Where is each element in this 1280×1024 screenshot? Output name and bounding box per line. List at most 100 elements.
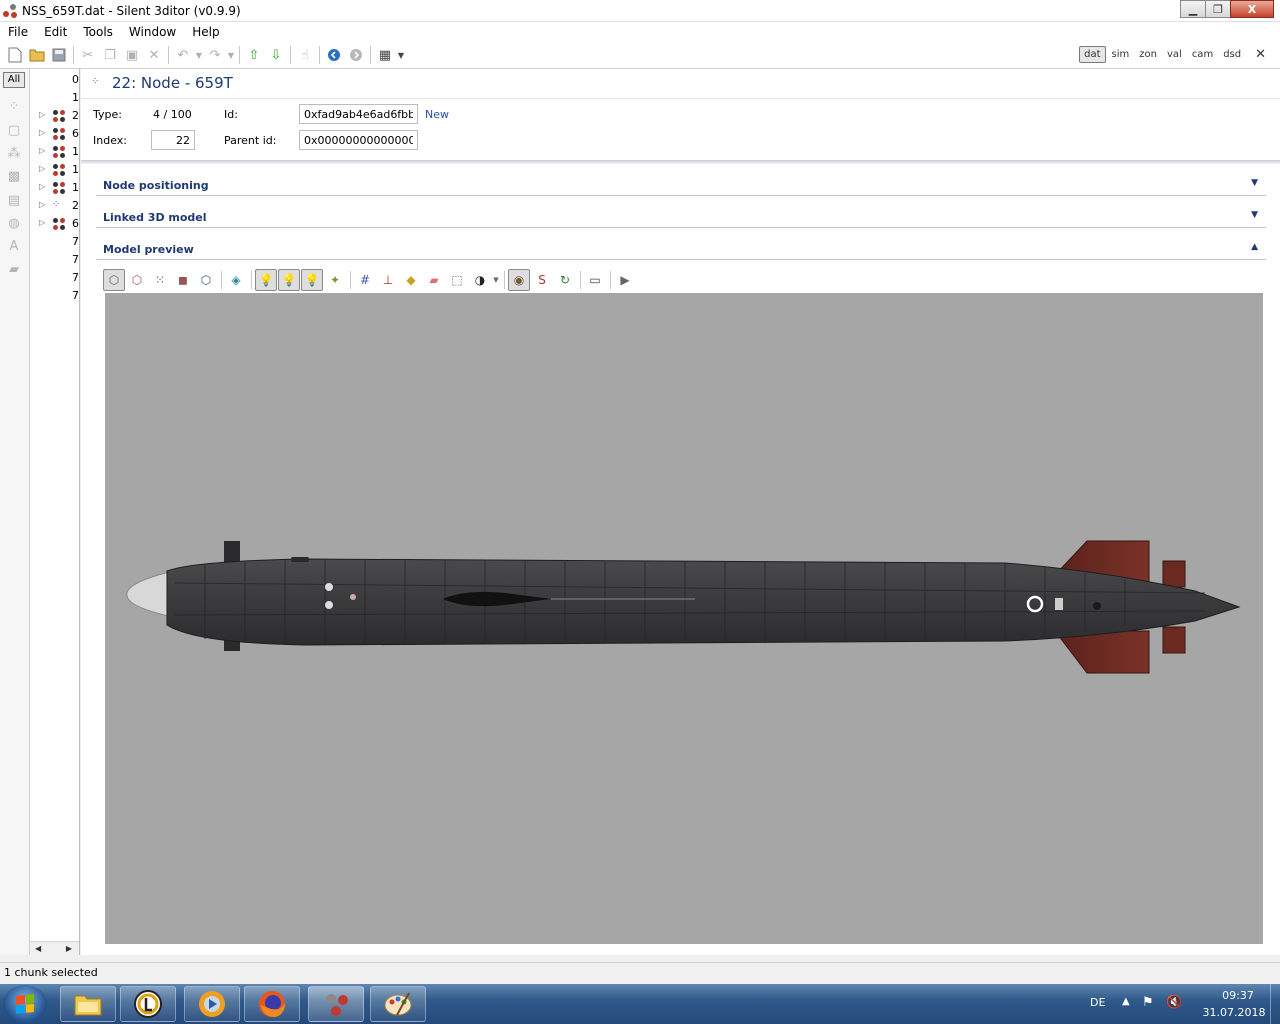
filter-sound-icon[interactable]: ◍: [6, 216, 22, 232]
filter-model-icon[interactable]: ▢: [6, 123, 22, 139]
scroll-right-icon[interactable]: ▶: [66, 944, 72, 953]
filter-document-icon[interactable]: ▤: [6, 193, 22, 209]
section-linked-3d-model[interactable]: Linked 3D model ▼: [96, 204, 1266, 228]
tab-val[interactable]: val: [1163, 47, 1186, 62]
eye-icon[interactable]: ◉: [508, 269, 530, 291]
tab-zon[interactable]: zon: [1135, 47, 1161, 62]
move-up-icon[interactable]: ⇧: [243, 44, 265, 66]
close-button[interactable]: X: [1230, 0, 1274, 18]
copy-icon[interactable]: ❐: [99, 44, 121, 66]
volume-icon[interactable]: 🔇: [1166, 995, 1182, 1010]
axes-icon[interactable]: ⊥: [377, 269, 399, 291]
tree-row[interactable]: ▷ 1: [30, 143, 79, 161]
shading-mode-icon[interactable]: ◑: [469, 269, 491, 291]
minimize-button[interactable]: ▁: [1180, 0, 1206, 18]
show-hidden-icons-icon[interactable]: ▲: [1122, 996, 1130, 1007]
expand-arrow-icon[interactable]: ▷: [39, 182, 45, 191]
id-field[interactable]: [299, 104, 418, 124]
light-1-icon[interactable]: 💡: [255, 269, 277, 291]
chevron-up-icon[interactable]: ▲: [1251, 242, 1258, 252]
light-2-icon[interactable]: 💡: [278, 269, 300, 291]
expand-arrow-icon[interactable]: ▷: [39, 200, 45, 209]
undo-icon[interactable]: ↶: [172, 44, 194, 66]
hand-icon[interactable]: ☝: [294, 44, 316, 66]
network-icon[interactable]: ⚑: [1142, 995, 1154, 1010]
chevron-down-icon[interactable]: ▼: [1251, 210, 1258, 220]
new-id-link[interactable]: New: [425, 108, 449, 121]
filter-material-icon[interactable]: ▰: [6, 262, 22, 278]
expand-arrow-icon[interactable]: ▷: [39, 146, 45, 155]
index-field[interactable]: [151, 130, 195, 150]
expand-arrow-icon[interactable]: ▷: [39, 110, 45, 119]
filter-group-icon[interactable]: ⁂: [6, 146, 22, 162]
taskbar-media-player[interactable]: [184, 986, 240, 1022]
back-icon[interactable]: [323, 44, 345, 66]
clock-date[interactable]: 31.07.2018: [1200, 1006, 1268, 1019]
tree-row[interactable]: 7: [30, 287, 79, 305]
tree-row[interactable]: 7: [30, 233, 79, 251]
view-options-icon[interactable]: ▦: [374, 44, 396, 66]
filter-node-icon[interactable]: ⁘: [6, 99, 22, 115]
tree-horizontal-scrollbar[interactable]: ◀ ▶: [30, 941, 79, 955]
maximize-button[interactable]: ❐: [1205, 0, 1231, 18]
bounding-box-icon[interactable]: ⬡: [195, 269, 217, 291]
shading-dropdown-icon[interactable]: ▼: [492, 269, 500, 291]
close-document-icon[interactable]: ✕: [1255, 47, 1266, 62]
filter-all-button[interactable]: All: [3, 72, 25, 88]
cut-icon[interactable]: ✂: [77, 44, 99, 66]
shaded-cube-icon[interactable]: ◼: [172, 269, 194, 291]
tab-dsd[interactable]: dsd: [1219, 47, 1245, 62]
expand-arrow-icon[interactable]: ▷: [39, 164, 45, 173]
texture-icon[interactable]: ◈: [225, 269, 247, 291]
language-indicator[interactable]: DE: [1090, 996, 1105, 1009]
model-preview-viewport[interactable]: [105, 293, 1263, 944]
tree-row[interactable]: ▷ ⁘ 2: [30, 197, 79, 215]
points-view-icon[interactable]: ⁙: [149, 269, 171, 291]
wireframe-view-icon[interactable]: ⬡: [126, 269, 148, 291]
save-icon[interactable]: [48, 44, 70, 66]
tree-row[interactable]: ▷ 1: [30, 179, 79, 197]
show-desktop-button[interactable]: [1270, 984, 1280, 1024]
expand-arrow-icon[interactable]: ▷: [39, 128, 45, 137]
paste-icon[interactable]: ▣: [121, 44, 143, 66]
solid-view-icon[interactable]: ⬡: [103, 269, 125, 291]
expand-arrow-icon[interactable]: ▷: [39, 218, 45, 227]
camera-icon[interactable]: ▭: [584, 269, 606, 291]
redo-dropdown-icon[interactable]: ▼: [226, 44, 236, 66]
section-node-positioning[interactable]: Node positioning ▼: [96, 172, 1266, 196]
tree-row[interactable]: 7: [30, 269, 79, 287]
tab-sim[interactable]: sim: [1108, 47, 1134, 62]
open-folder-icon[interactable]: [26, 44, 48, 66]
play-icon[interactable]: ▶: [614, 269, 636, 291]
box-icon[interactable]: ◆: [400, 269, 422, 291]
tree-row[interactable]: ▷ 6: [30, 215, 79, 233]
parent-id-field[interactable]: [299, 130, 418, 150]
refresh-icon[interactable]: ↻: [554, 269, 576, 291]
section-model-preview[interactable]: Model preview ▲: [96, 236, 1266, 260]
move-down-icon[interactable]: ⇩: [265, 44, 287, 66]
delete-icon[interactable]: ✕: [143, 44, 165, 66]
forward-icon[interactable]: [345, 44, 367, 66]
collision-icon[interactable]: S: [531, 269, 553, 291]
tree-row[interactable]: 0: [30, 71, 79, 89]
undo-dropdown-icon[interactable]: ▼: [194, 44, 204, 66]
menu-help[interactable]: Help: [184, 25, 227, 39]
selection-icon[interactable]: ⬚: [446, 269, 468, 291]
tree-row[interactable]: 1: [30, 89, 79, 107]
view-options-dropdown-icon[interactable]: ▼: [396, 44, 406, 66]
taskbar-app-l[interactable]: [120, 986, 176, 1022]
taskbar-paint[interactable]: [370, 986, 426, 1022]
tree-row[interactable]: 7: [30, 251, 79, 269]
tab-dat[interactable]: dat: [1079, 46, 1106, 63]
tab-cam[interactable]: cam: [1188, 47, 1217, 62]
menu-edit[interactable]: Edit: [36, 25, 75, 39]
tree-row[interactable]: ▷ 6: [30, 125, 79, 143]
filter-image-icon[interactable]: ▩: [6, 169, 22, 185]
filter-text-icon[interactable]: A: [6, 239, 22, 255]
chevron-down-icon[interactable]: ▼: [1251, 178, 1258, 188]
light-3-icon[interactable]: 💡: [301, 269, 323, 291]
taskbar-explorer[interactable]: [60, 986, 116, 1022]
grid-icon[interactable]: #: [354, 269, 376, 291]
new-file-icon[interactable]: [4, 44, 26, 66]
tree-row[interactable]: ▷ 2: [30, 107, 79, 125]
